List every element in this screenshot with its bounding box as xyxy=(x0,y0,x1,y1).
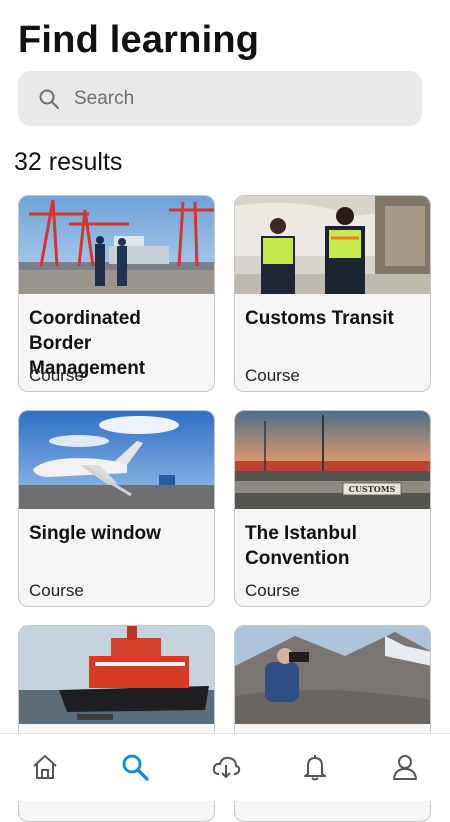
course-thumbnail xyxy=(19,196,214,294)
bell-icon xyxy=(304,755,326,781)
search-icon xyxy=(39,89,60,109)
course-card-coordinated-border-management[interactable]: Coordinated Border Management Course xyxy=(18,195,215,392)
course-card-type: Course xyxy=(29,366,84,385)
course-card-single-window[interactable]: Single window Course xyxy=(18,410,215,607)
course-card-title: The Istanbul Convention xyxy=(245,523,357,569)
search-input[interactable] xyxy=(72,86,396,111)
course-thumbnail xyxy=(19,411,214,509)
course-card-title: Single window xyxy=(29,523,161,544)
course-card-type: Course xyxy=(245,366,300,385)
download-cloud-icon xyxy=(212,756,241,779)
profile-icon xyxy=(393,755,417,780)
results-count: 32 results xyxy=(14,148,123,176)
course-thumbnail: CUSTOMS xyxy=(235,411,430,509)
page-title: Find learning xyxy=(18,19,260,61)
course-thumbnail xyxy=(19,626,214,724)
nav-notifications[interactable] xyxy=(298,750,332,784)
course-card-title: Customs Transit xyxy=(245,308,394,329)
course-card-istanbul-convention[interactable]: CUSTOMS The Istanbul Convention Course xyxy=(234,410,431,607)
course-card-type: Course xyxy=(29,581,84,600)
nav-search[interactable] xyxy=(118,750,152,784)
customs-sign-label: CUSTOMS xyxy=(349,484,396,494)
search-icon xyxy=(122,754,149,781)
nav-home[interactable] xyxy=(28,750,62,784)
course-thumbnail xyxy=(235,196,430,294)
bottom-nav xyxy=(0,733,450,801)
search-bar[interactable] xyxy=(18,71,422,126)
nav-profile[interactable] xyxy=(388,750,422,784)
home-icon xyxy=(33,755,57,779)
course-card-type: Course xyxy=(245,581,300,600)
nav-downloads[interactable] xyxy=(209,750,243,784)
course-card-customs-transit[interactable]: Customs Transit Course xyxy=(234,195,431,392)
course-thumbnail xyxy=(235,626,430,724)
